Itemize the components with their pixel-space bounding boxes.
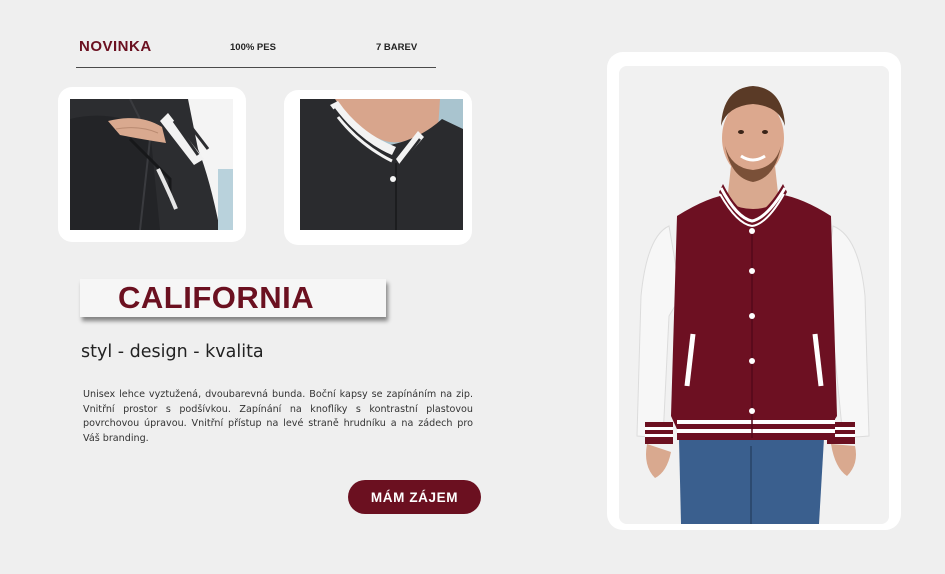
product-description: Unisex lehce vyztužená, dvoubarevná bund… — [83, 389, 473, 445]
info-strip: NOVINKA 100% PES 7 BAREV — [76, 38, 436, 68]
product-page: NOVINKA 100% PES 7 BAREV CALIFORNIA styl… — [0, 0, 945, 574]
collar-detail-card — [284, 90, 472, 245]
pocket-detail-image — [70, 99, 233, 230]
product-title: CALIFORNIA — [118, 280, 315, 315]
material-label: 100% PES — [230, 42, 276, 53]
colors-count-label: 7 BAREV — [376, 42, 418, 53]
model-photo — [619, 66, 889, 524]
interest-button[interactable]: MÁM ZÁJEM — [348, 480, 481, 514]
product-title-banner: CALIFORNIA — [80, 279, 386, 317]
product-tagline: styl - design - kvalita — [81, 342, 264, 362]
collar-detail-image — [300, 99, 463, 230]
pocket-detail-card — [58, 87, 246, 242]
new-badge: NOVINKA — [79, 38, 152, 55]
model-photo-card — [607, 52, 901, 530]
